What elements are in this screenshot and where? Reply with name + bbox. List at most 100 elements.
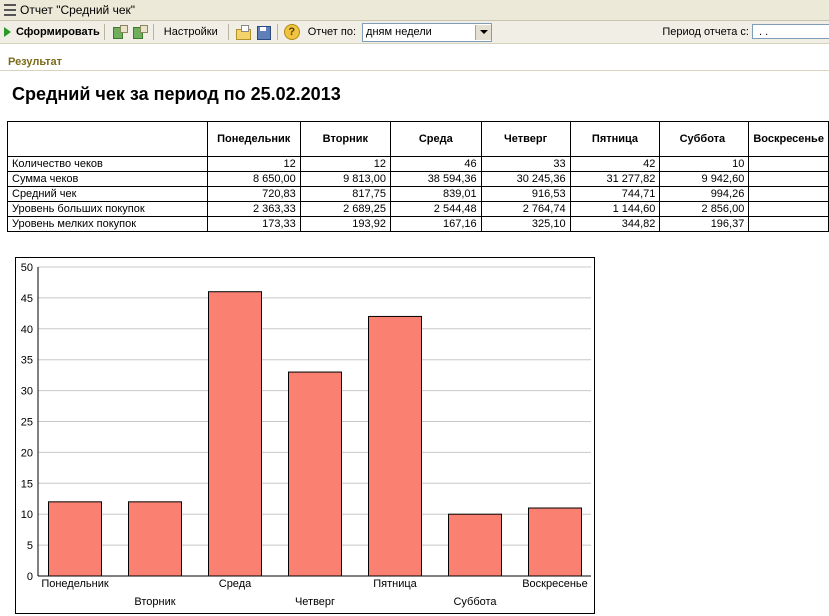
table-cell: 720,83 [206,186,301,202]
table-cell [748,171,829,187]
table-row: Количество чеков 12 12 46 33 42 10 [7,156,829,172]
toolbar-separator [103,24,105,40]
table-row: Уровень больших покупок 2 363,33 2 689,2… [7,201,829,217]
window-titlebar: Отчет "Средний чек" [0,0,829,21]
y-tick-label: 20 [21,447,33,459]
period-start-input[interactable]: . . [752,24,829,39]
play-icon [4,27,11,37]
period-label: Период отчета с: [662,26,749,38]
refresh-icon[interactable] [131,24,148,40]
table-cell: 12 [299,156,391,172]
y-tick-label: 40 [21,324,33,336]
column-header: Суббота [659,121,750,157]
table-cell: 344,82 [569,216,661,232]
table-cell: 42 [569,156,661,172]
x-tick-label: Суббота [453,596,497,608]
table-corner-cell [7,121,208,157]
table-cell: 817,75 [299,186,391,202]
table-cell: 916,53 [480,186,571,202]
open-icon[interactable] [235,24,251,40]
toolbar-separator [152,24,154,40]
table-cell: 173,33 [206,216,301,232]
table-cell: 744,71 [569,186,661,202]
row-label: Средний чек [7,186,208,202]
table-cell: 9 942,60 [659,171,750,187]
generate-icon[interactable] [111,24,128,40]
toolbar: Сформировать Настройки ? Отчет по: дням … [0,21,829,44]
generate-report-button[interactable]: Сформировать [4,26,100,38]
x-tick-label: Воскресенье [522,578,588,590]
result-section-header: Результат [0,54,829,71]
table-cell: 33 [480,156,571,172]
bar [128,501,182,577]
bar [208,291,262,577]
table-cell: 994,26 [659,186,750,202]
save-icon[interactable] [255,24,271,40]
table-cell: 1 144,60 [569,201,661,217]
y-tick-label: 15 [21,478,33,490]
report-table: Понедельник Вторник Среда Четверг Пятниц… [7,121,829,232]
y-tick-label: 5 [27,540,33,552]
table-cell: 2 689,25 [299,201,391,217]
table-cell: 8 650,00 [206,171,301,187]
y-tick-label: 10 [21,509,33,521]
bar [448,513,502,577]
settings-button[interactable]: Настройки [164,26,218,38]
bar [368,315,422,577]
row-label: Сумма чеков [7,171,208,187]
table-cell: 38 594,36 [389,171,482,187]
bar-chart: 0 5 10 15 20 25 30 35 40 45 50 Понедельник Вторник Ср… [15,257,595,614]
window-menu-icon[interactable] [4,4,16,16]
table-cell: 2 363,33 [206,201,301,217]
report-by-label: Отчет по: [307,26,357,38]
table-cell: 46 [389,156,482,172]
x-tick-label: Понедельник [41,578,109,590]
help-icon[interactable]: ? [283,24,300,40]
table-cell: 2 544,48 [389,201,482,217]
report-by-value: дням недели [366,26,432,38]
report-title: Средний чек за период по 25.02.2013 [12,84,341,104]
x-tick-label: Пятница [373,578,417,590]
table-cell [748,186,829,202]
row-label: Уровень больших покупок [7,201,208,217]
table-cell: 30 245,36 [480,171,571,187]
x-tick-label: Среда [219,578,252,590]
column-header: Вторник [299,121,391,157]
y-tick-label: 0 [27,571,33,583]
table-cell: 9 813,00 [299,171,391,187]
table-cell: 31 277,82 [569,171,661,187]
bar [288,371,342,577]
y-tick-label: 25 [21,417,33,429]
dropdown-arrow-icon[interactable] [475,24,492,40]
chart-canvas: 0 5 10 15 20 25 30 35 40 45 50 Понедельник Вторник Ср… [21,262,591,608]
column-header: Пятница [569,121,661,157]
table-cell: 2 764,74 [480,201,571,217]
y-tick-label: 45 [21,293,33,305]
column-header: Понедельник [206,121,301,157]
table-cell [748,156,829,172]
y-tick-label: 50 [21,262,33,274]
table-cell: 167,16 [389,216,482,232]
table-cell: 196,37 [659,216,750,232]
bar [528,507,582,577]
generate-report-label: Сформировать [16,26,100,38]
toolbar-separator [276,24,278,40]
table-cell [748,201,829,217]
table-cell: 325,10 [480,216,571,232]
x-tick-label: Четверг [295,596,335,608]
bar [48,501,102,577]
table-cell: 2 856,00 [659,201,750,217]
table-header-row: Понедельник Вторник Среда Четверг Пятниц… [7,121,829,157]
report-by-select[interactable]: дням недели [362,22,493,42]
table-cell: 12 [206,156,301,172]
row-label: Количество чеков [7,156,208,172]
table-cell [748,216,829,232]
table-row: Средний чек 720,83 817,75 839,01 916,53 … [7,186,829,202]
result-label: Результат [8,56,63,68]
row-label: Уровень мелких покупок [7,216,208,232]
column-header: Четверг [480,121,571,157]
table-row: Сумма чеков 8 650,00 9 813,00 38 594,36 … [7,171,829,187]
column-header: Среда [389,121,482,157]
table-cell: 193,92 [299,216,391,232]
table-row: Уровень мелких покупок 173,33 193,92 167… [7,216,829,232]
